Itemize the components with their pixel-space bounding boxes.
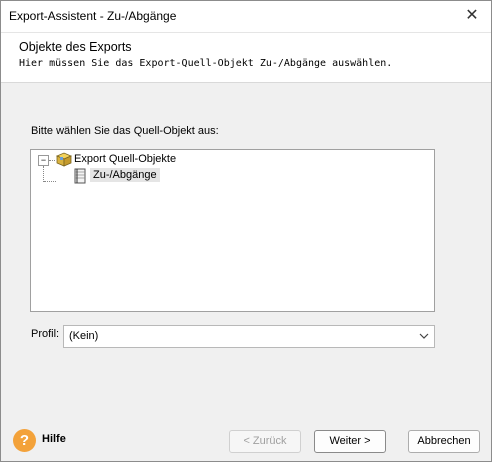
help-icon[interactable]: ? xyxy=(13,429,36,452)
page-title: Objekte des Exports xyxy=(19,40,132,54)
box-icon xyxy=(55,151,73,167)
notebook-icon xyxy=(73,168,87,184)
profile-select-value: (Kein) xyxy=(69,330,99,342)
title-bar: Export-Assistent - Zu-/Abgänge ✕ xyxy=(1,1,491,32)
tree-item-zu-abgaenge[interactable]: Zu-/Abgänge xyxy=(90,168,160,182)
tree-connector xyxy=(44,181,56,182)
tree-prompt-label: Bitte wählen Sie das Quell-Objekt aus: xyxy=(31,125,219,137)
cancel-button[interactable]: Abbrechen xyxy=(408,430,480,453)
next-button[interactable]: Weiter > xyxy=(314,430,386,453)
page-subtitle: Hier müssen Sie das Export-Quell-Objekt … xyxy=(19,58,393,69)
export-wizard-dialog: Export-Assistent - Zu-/Abgänge ✕ Objekte… xyxy=(0,0,492,462)
tree-connector xyxy=(43,166,44,182)
source-object-tree[interactable]: − Export Quell-Objekte Zu-/Abgänge xyxy=(30,149,435,312)
help-label[interactable]: Hilfe xyxy=(42,433,66,445)
profile-label: Profil: xyxy=(31,328,60,340)
window-title: Export-Assistent - Zu-/Abgänge xyxy=(9,9,177,23)
profile-select[interactable]: (Kein) xyxy=(63,325,435,348)
collapse-toggle-icon[interactable]: − xyxy=(38,155,49,166)
wizard-header: Objekte des Exports Hier müssen Sie das … xyxy=(1,32,491,83)
chevron-down-icon xyxy=(418,329,430,343)
close-icon[interactable]: ✕ xyxy=(459,4,485,28)
tree-item-root[interactable]: Export Quell-Objekte xyxy=(74,153,176,165)
back-button[interactable]: < Zurück xyxy=(229,430,301,453)
